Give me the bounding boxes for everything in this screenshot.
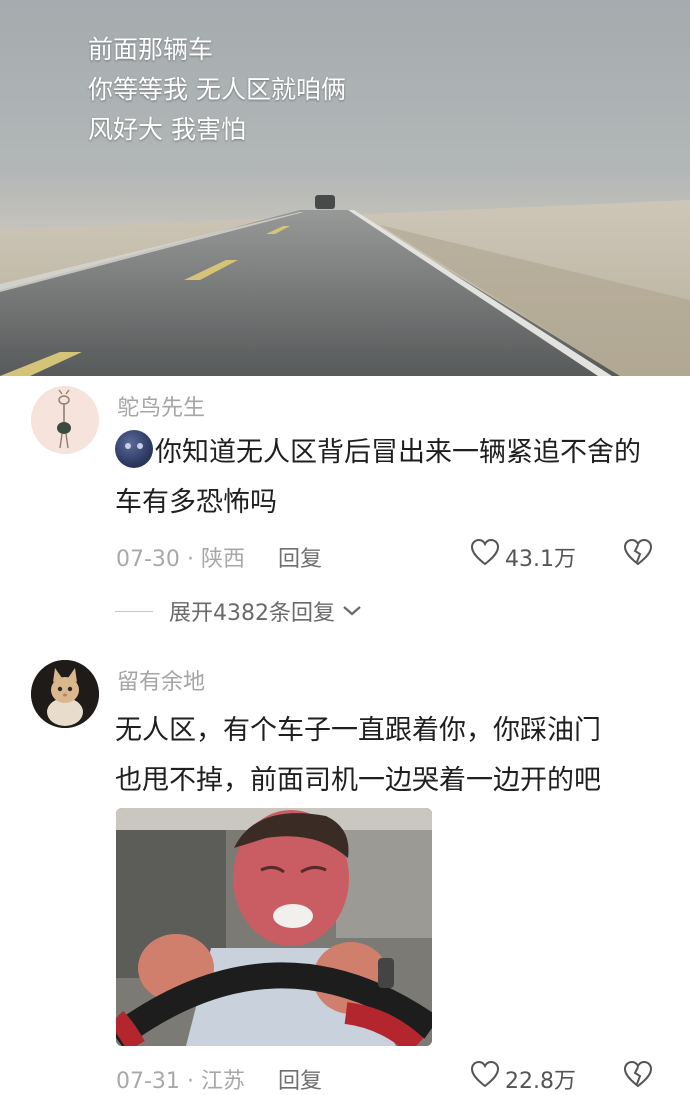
video-caption-line-3: 风好大 我害怕: [88, 115, 246, 144]
like-heart-icon[interactable]: [470, 538, 500, 566]
dark-moon-face-emoji-icon: [115, 430, 153, 468]
comment-username[interactable]: 留有余地: [117, 664, 205, 696]
like-heart-icon[interactable]: [470, 1060, 500, 1088]
ostrich-sketch-avatar-icon: [31, 386, 99, 454]
comment-text-line-1: 无人区，有个车子一直跟着你，你踩油门: [115, 715, 601, 746]
comment-username[interactable]: 鸵鸟先生: [117, 390, 205, 422]
video-caption-line-1: 前面那辆车: [88, 35, 214, 64]
dislike-broken-heart-icon[interactable]: [623, 538, 653, 566]
reply-button[interactable]: 回复: [278, 1063, 322, 1095]
like-count: 22.8万: [505, 1069, 576, 1094]
divider-line: [115, 610, 153, 612]
comment-text-content: 你知道无人区背后冒出来一辆紧追不舍的车有多恐怖吗: [115, 437, 641, 518]
commenter-avatar[interactable]: [31, 660, 99, 728]
chevron-down-icon: [343, 606, 361, 616]
comment-location: 陕西: [200, 547, 245, 572]
expand-replies-label: 展开4382条回复: [169, 601, 335, 626]
video-frame[interactable]: 前面那辆车 你等等我 无人区就咱俩 风好大 我害怕: [0, 0, 690, 376]
crying-driver-meme-image: [116, 808, 432, 1046]
comment-text: 你知道无人区背后冒出来一辆紧追不舍的车有多恐怖吗: [115, 428, 655, 528]
comment-date: 07-30: [116, 547, 180, 572]
meta-dot: ·: [186, 1069, 194, 1094]
comment-meta: 07-31 · 江苏: [116, 1063, 245, 1095]
video-caption-line-2: 你等等我 无人区就咱俩: [88, 75, 346, 104]
comment-text: 无人区，有个车子一直跟着你，你踩油门 也甩不掉，前面司机一边哭着一边开的吧: [115, 706, 655, 806]
dislike-broken-heart-icon[interactable]: [623, 1060, 653, 1088]
meta-dot: ·: [186, 547, 194, 572]
like-count: 43.1万: [505, 547, 576, 572]
reply-button[interactable]: 回复: [278, 541, 322, 573]
comment-date: 07-31: [116, 1069, 180, 1094]
comment-location: 江苏: [200, 1069, 245, 1094]
comment-text-line-2: 也甩不掉，前面司机一边哭着一边开的吧: [115, 765, 601, 796]
kitten-avatar-icon: [31, 660, 99, 728]
commenter-avatar[interactable]: [31, 386, 99, 454]
comment-meta: 07-30 · 陕西: [116, 541, 245, 573]
expand-replies-button[interactable]: 展开4382条回复: [115, 596, 363, 626]
comment-image[interactable]: [116, 808, 432, 1046]
